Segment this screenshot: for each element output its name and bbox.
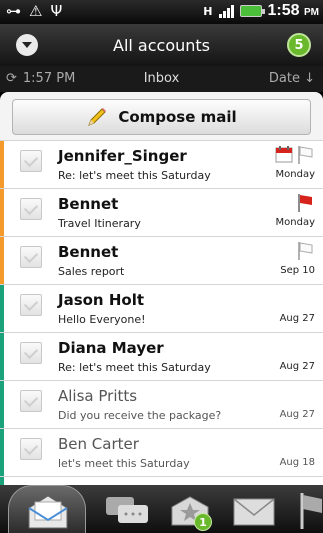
inbox-bar: ⟳ 1:57 PM Inbox Date ↓ xyxy=(0,66,323,92)
account-color-stripe xyxy=(0,381,4,428)
message-date: Aug 27 xyxy=(279,313,315,324)
select-checkbox[interactable] xyxy=(20,246,42,268)
unread-count-badge: 5 xyxy=(287,33,311,57)
account-color-stripe xyxy=(0,141,4,188)
message-subject: Hello Everyone! xyxy=(58,313,146,326)
status-left-icons: ⊶ ⚠ Ψ xyxy=(6,2,62,20)
calendar-icon[interactable] xyxy=(275,145,293,169)
flagged-tab[interactable] xyxy=(292,485,323,533)
message-sender: Bennet xyxy=(58,243,119,261)
status-bar: ⊶ ⚠ Ψ H 1:58 PM xyxy=(0,0,323,24)
message-row[interactable]: Bennet Travel Itinerary Monday xyxy=(0,188,323,236)
message-status-icons xyxy=(275,145,313,169)
message-subject: Sales report xyxy=(58,265,125,278)
network-icon: H xyxy=(203,4,213,18)
message-row[interactable]: Alisa Pritts Did you receive the package?… xyxy=(0,380,323,428)
sort-label: Date xyxy=(268,71,300,86)
account-color-stripe xyxy=(0,429,4,476)
message-date: Aug 18 xyxy=(279,457,315,468)
message-subject: Re: let's meet this Saturday xyxy=(58,361,211,374)
message-date: Aug 27 xyxy=(279,409,315,420)
message-status-icons xyxy=(297,193,313,217)
message-row[interactable]: Jennifer_Singer Re: let's meet this Satur… xyxy=(0,140,323,188)
message-list: Jennifer_Singer Re: let's meet this Satur… xyxy=(0,140,323,485)
message-subject: Travel Itinerary xyxy=(58,217,141,230)
conversations-tab[interactable] xyxy=(98,485,158,533)
message-row[interactable]: Ben Carter let's meet this Saturday Aug 18 xyxy=(0,428,323,476)
sort-arrow-icon: ↓ xyxy=(304,71,315,86)
message-sender: Bennet xyxy=(58,195,119,213)
bottom-tab-bar: 1 xyxy=(0,485,323,533)
account-title[interactable]: All accounts xyxy=(0,36,323,55)
vip-tab[interactable]: 1 xyxy=(164,485,220,533)
flag-outline-icon[interactable] xyxy=(297,241,313,265)
envelope-open-icon xyxy=(28,495,68,529)
flag-icon xyxy=(300,493,322,529)
message-row[interactable]: Diana Mayer Re: let's meet this Saturday A… xyxy=(0,332,323,380)
flag-outline-icon[interactable] xyxy=(297,145,313,169)
message-sender: Jason Holt xyxy=(58,291,145,309)
select-checkbox[interactable] xyxy=(20,342,42,364)
all-mail-tab[interactable] xyxy=(8,485,86,533)
account-header: All accounts 5 xyxy=(0,24,323,66)
pencil-icon xyxy=(88,108,107,126)
message-row[interactable]: Bennet Sales report Sep 10 xyxy=(0,236,323,284)
account-color-stripe xyxy=(0,285,4,332)
message-row[interactable]: Alisa Pritts xyxy=(0,476,323,485)
status-right-icons: H 1:58 PM xyxy=(203,2,319,20)
vip-count-badge: 1 xyxy=(194,513,212,531)
signal-icon xyxy=(218,4,234,18)
message-date: Monday xyxy=(275,169,315,180)
account-color-stripe xyxy=(0,477,4,485)
message-date: Sep 10 xyxy=(280,265,315,276)
mail-list-panel: Compose mail Jennifer_Singer Re: let's me… xyxy=(0,92,323,485)
select-checkbox[interactable] xyxy=(20,198,42,220)
account-color-stripe xyxy=(0,189,4,236)
compose-mail-button[interactable]: Compose mail xyxy=(12,99,311,135)
message-subject: Re: let's meet this Saturday xyxy=(58,169,211,182)
select-checkbox[interactable] xyxy=(20,390,42,412)
message-row[interactable]: Jason Holt Hello Everyone! Aug 27 xyxy=(0,284,323,332)
warning-icon: ⚠ xyxy=(29,2,43,20)
message-sender: Jennifer_Singer xyxy=(58,147,187,165)
message-date: Monday xyxy=(275,217,315,228)
message-sender: Ben Carter xyxy=(58,435,139,453)
compose-label: Compose mail xyxy=(118,108,237,126)
message-sender: Diana Mayer xyxy=(58,339,164,357)
message-date: Aug 27 xyxy=(279,361,315,372)
message-status-icons xyxy=(297,241,313,265)
envelope-icon xyxy=(233,498,275,526)
sort-button[interactable]: Date ↓ xyxy=(269,71,315,86)
key-icon: ⊶ xyxy=(6,2,21,20)
chat-bubbles-icon xyxy=(106,497,148,523)
unread-tab[interactable] xyxy=(228,485,284,533)
message-subject: Did you receive the package? xyxy=(58,409,222,422)
select-checkbox[interactable] xyxy=(20,438,42,460)
account-color-stripe xyxy=(0,333,4,380)
message-sender: Alisa Pritts xyxy=(58,387,138,405)
battery-icon xyxy=(239,5,265,17)
clock: 1:58 PM xyxy=(267,2,319,19)
message-subject: let's meet this Saturday xyxy=(58,457,190,470)
flag-red-icon[interactable] xyxy=(297,193,313,217)
select-checkbox[interactable] xyxy=(20,294,42,316)
usb-icon: Ψ xyxy=(50,2,63,20)
account-color-stripe xyxy=(0,237,4,284)
select-checkbox[interactable] xyxy=(20,150,42,172)
